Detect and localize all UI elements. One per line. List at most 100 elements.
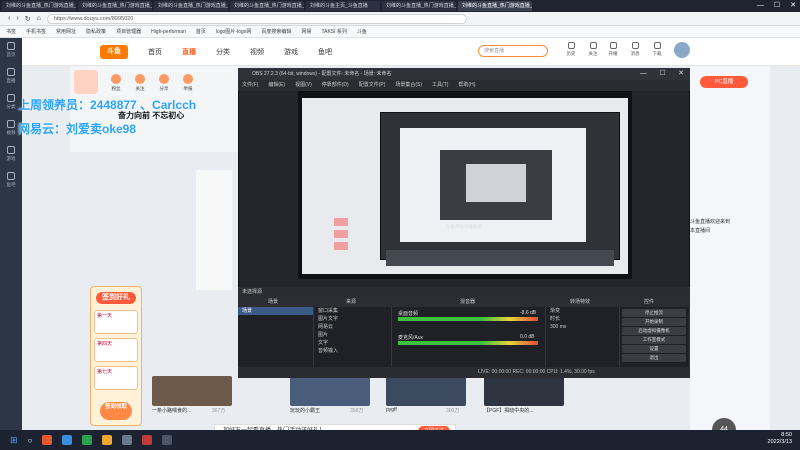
obs-menu-item[interactable]: 配置文件(P) <box>359 80 386 91</box>
room-action[interactable]: 关注 <box>130 74 150 92</box>
nav-link-yuba[interactable]: 鱼吧 <box>318 47 332 57</box>
bookmark-item[interactable]: 项目管理器 <box>116 28 141 35</box>
browser-tab[interactable]: 刘维的斗鱼直播_热门游戏直播_斗鱼 <box>2 1 76 11</box>
sign-in-button[interactable]: 签到领取 <box>100 402 132 420</box>
browser-tab[interactable]: 刘维的斗鱼直播_热门游戏直播_斗鱼 <box>154 1 228 11</box>
tile-caption[interactable]: pygff <box>386 407 476 413</box>
obs-maximize-icon[interactable]: ☐ <box>659 68 665 80</box>
obs-menu-item[interactable]: 编辑(E) <box>268 80 285 91</box>
browser-tab[interactable]: 刘维的斗鱼直播_热门游戏直播_斗鱼 <box>78 1 152 11</box>
browser-tab[interactable]: 刘维的斗鱼主页_斗鱼直播 <box>306 1 380 11</box>
bookmarks-bar: 书签 手机书签 常用网址 隐私政策 项目管理器 High-performan 首页 logo图… <box>0 26 800 38</box>
bookmark-item[interactable]: TAKSI 系列 <box>321 28 346 35</box>
top-icon[interactable]: 关注 <box>584 42 602 57</box>
top-icon[interactable]: 下载 <box>648 42 666 57</box>
url-field[interactable]: https://www.douyu.com/8995020 <box>46 13 467 24</box>
tile-thumbnail[interactable] <box>484 376 564 406</box>
bookmark-item[interactable]: 网易 <box>301 28 311 35</box>
top-icon-label: 消息 <box>630 51 640 56</box>
windows-start-icon[interactable]: ⊞ <box>10 435 18 446</box>
obs-menu-item[interactable]: 场景集合(S) <box>395 80 422 91</box>
settings-button[interactable]: 设置 <box>622 345 686 353</box>
app-icon[interactable] <box>42 435 53 445</box>
room-action[interactable]: 粉丝 <box>106 74 126 92</box>
rail-item[interactable]: 鱼吧 <box>0 168 22 194</box>
tile-thumbnail[interactable] <box>290 376 370 406</box>
maximize-icon[interactable]: ☐ <box>774 0 780 12</box>
bookmark-item[interactable]: 手机书签 <box>26 28 46 35</box>
source-item[interactable]: 文字 <box>314 339 391 347</box>
nav-link-category[interactable]: 分类 <box>216 47 230 57</box>
room-action[interactable]: 举报 <box>178 74 198 92</box>
transition-duration[interactable]: 300 ms <box>546 323 619 331</box>
browser-tab[interactable]: 刘维的斗鱼直播_热门游戏直播_斗鱼 <box>458 1 532 11</box>
browser-tab[interactable]: 刘维的斗鱼直播_热门游戏直播_斗鱼 <box>382 1 456 11</box>
nav-link-live[interactable]: 直播 <box>182 47 196 57</box>
app-icon[interactable] <box>82 435 93 445</box>
pc-live-button[interactable]: PC直播 <box>700 76 748 88</box>
top-icon[interactable]: 消息 <box>626 42 644 57</box>
refresh-icon[interactable]: ↻ <box>25 15 31 23</box>
rail-item[interactable]: 游戏 <box>0 142 22 168</box>
source-item[interactable]: 网易云 <box>314 323 391 331</box>
obs-menu-item[interactable]: 工具(T) <box>432 80 448 91</box>
sign-day-4[interactable]: 第四天 <box>94 338 138 362</box>
obs-menu-item[interactable]: 文件(F) <box>242 80 258 91</box>
exit-button[interactable]: 退出 <box>622 354 686 362</box>
bookmark-item[interactable]: logo图片-logo网 <box>216 28 252 35</box>
tile-caption[interactable]: 一条小路喂食的... <box>152 407 242 414</box>
bookmark-item[interactable]: High-performan <box>151 29 186 35</box>
search-icon[interactable]: ○ <box>28 436 33 445</box>
tile-thumbnail[interactable] <box>152 376 232 406</box>
search-input[interactable]: 搜索直播 <box>478 45 548 57</box>
obs-menu-item[interactable]: 帮助(H) <box>458 80 475 91</box>
douyu-logo[interactable]: 斗鱼 <box>100 44 128 59</box>
app-icon[interactable] <box>162 435 173 445</box>
home-icon[interactable]: ⌂ <box>37 15 41 22</box>
studio-mode-button[interactable]: 工作室模式 <box>622 336 686 344</box>
source-item[interactable]: 图片 <box>314 331 391 339</box>
obs-close-icon[interactable]: ✕ <box>678 68 684 80</box>
bookmark-item[interactable]: 百度搜索编辑 <box>261 28 291 35</box>
avatar[interactable] <box>674 42 690 58</box>
nav-link-home[interactable]: 首页 <box>148 47 162 57</box>
app-icon[interactable] <box>102 435 113 445</box>
browser-tab[interactable]: 刘维的斗鱼直播_热门游戏直播_斗鱼 <box>230 1 304 11</box>
start-recording-button[interactable]: 开始录制 <box>622 318 686 326</box>
nav-link-game[interactable]: 游戏 <box>284 47 298 57</box>
app-icon[interactable] <box>122 435 133 445</box>
stop-stream-button[interactable]: 停止推流 <box>622 309 686 317</box>
room-action[interactable]: 分享 <box>154 74 174 92</box>
obs-minimize-icon[interactable]: — <box>640 68 647 80</box>
back-icon[interactable]: ‹ <box>8 15 10 22</box>
source-item[interactable]: 音频输入 <box>314 347 391 355</box>
tile-thumbnail[interactable] <box>386 376 466 406</box>
bookmark-item[interactable]: 首页 <box>196 28 206 35</box>
rail-item[interactable]: 首页 <box>0 38 22 64</box>
bookmark-item[interactable]: 隐私政策 <box>86 28 106 35</box>
top-icon[interactable]: 开播 <box>604 42 622 57</box>
sign-day-7[interactable]: 第七天 <box>94 366 138 390</box>
transition-type[interactable]: 渐变 <box>546 307 619 315</box>
minimize-icon[interactable]: — <box>757 0 764 12</box>
virtual-camera-button[interactable]: 启动虚拟摄像机 <box>622 327 686 335</box>
close-icon[interactable]: ✕ <box>790 0 796 12</box>
top-icon[interactable]: 历史 <box>562 42 580 57</box>
source-item[interactable]: 窗口采集 <box>314 307 391 315</box>
bookmark-item[interactable]: 斗鱼 <box>357 28 367 35</box>
rail-item[interactable]: 直播 <box>0 64 22 90</box>
scene-item[interactable]: 场景 <box>238 307 313 315</box>
source-item[interactable]: 图片文字 <box>314 315 391 323</box>
bookmark-item[interactable]: 常用网址 <box>56 28 76 35</box>
sign-day-1[interactable]: 第一天 <box>94 310 138 334</box>
bookmark-item[interactable]: 书签 <box>6 28 16 35</box>
obs-menu-item[interactable]: 视图(V) <box>295 80 312 91</box>
obs-menu-item[interactable]: 停靠部件(D) <box>322 80 349 91</box>
app-icon[interactable] <box>62 435 73 445</box>
tile-caption[interactable]: 【PGF】揭晓中央的... <box>484 407 574 414</box>
nav-link-video[interactable]: 视频 <box>250 47 264 57</box>
app-icon[interactable] <box>142 435 153 445</box>
tile-caption[interactable]: 玩玩的小霸王 <box>290 407 380 414</box>
forward-icon[interactable]: › <box>16 15 18 22</box>
streamer-avatar[interactable] <box>74 70 98 94</box>
